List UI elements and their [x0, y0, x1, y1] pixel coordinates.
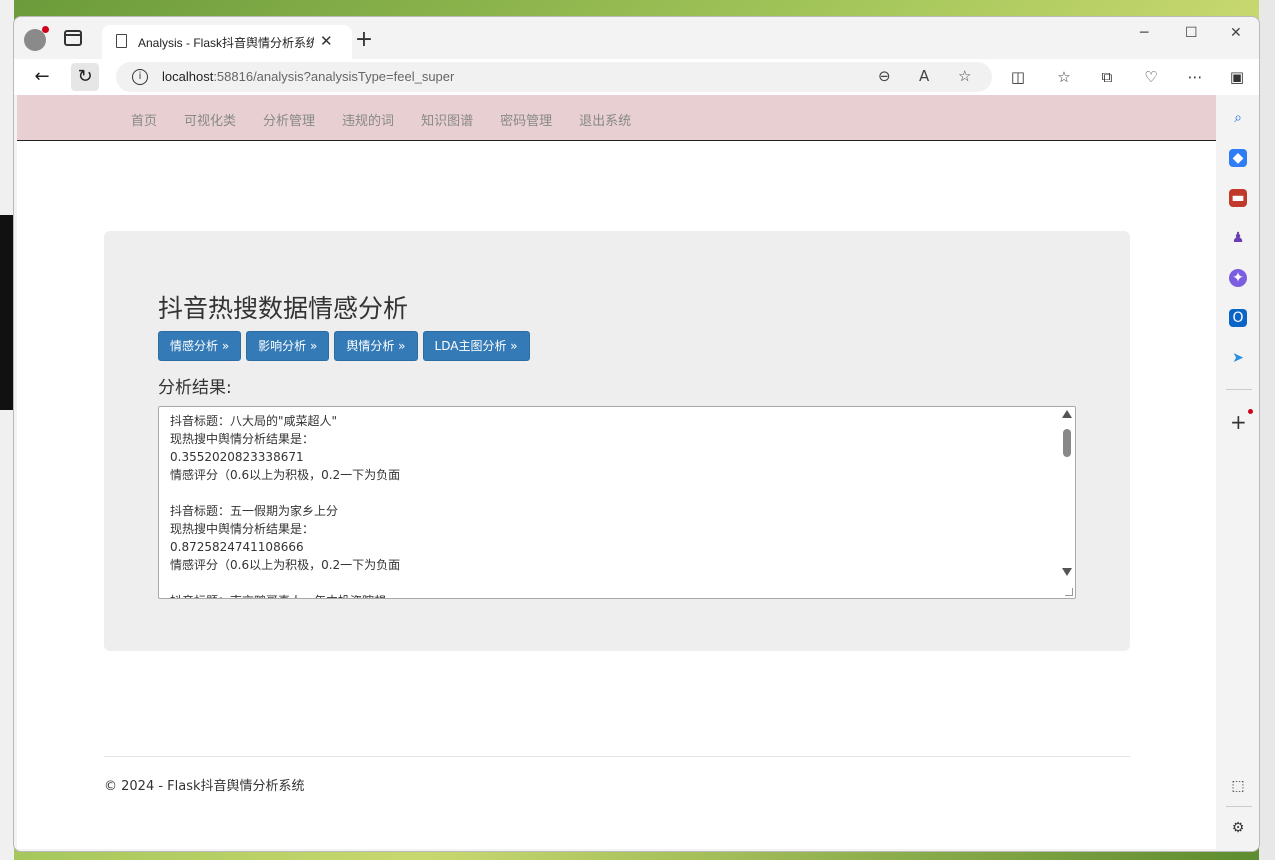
favorites-icon[interactable]: ☆ — [1054, 68, 1074, 86]
nav-item-banned-words[interactable]: 违规的词 — [342, 110, 394, 129]
result-label: 分析结果: — [158, 378, 232, 398]
tab-close-icon[interactable]: ✕ — [320, 32, 333, 50]
result-text: 抖音标题：八大局的"咸菜超人" 现热搜中舆情分析结果是： 0.355202082… — [170, 414, 401, 598]
close-window-icon[interactable]: ✕ — [1230, 25, 1242, 41]
browser-tab[interactable]: Analysis - Flask抖音舆情分析系统 ✕ — [102, 25, 352, 59]
footer-text: © 2024 - Flask抖音舆情分析系统 — [104, 779, 305, 794]
analysis-buttons: 情感分析 » 影响分析 » 舆情分析 » LDA主图分析 » — [158, 331, 535, 361]
collections-icon[interactable]: ⧉ — [1097, 68, 1117, 86]
nav-item-logout[interactable]: 退出系统 — [579, 110, 631, 129]
nav-item-home[interactable]: 首页 — [131, 110, 157, 129]
site-menu: 首页 可视化类 分析管理 违规的词 知识图谱 密码管理 退出系统 — [131, 110, 658, 129]
desktop-right-edge — [1259, 0, 1275, 860]
desktop-left-edge — [0, 0, 14, 860]
favorite-star-icon[interactable]: ☆ — [958, 67, 971, 85]
sidebar-divider-bottom — [1226, 806, 1252, 807]
scroll-up-icon[interactable] — [1062, 410, 1072, 418]
read-aloud-icon[interactable]: A — [919, 67, 929, 85]
sentiment-analysis-button[interactable]: 情感分析 » — [158, 331, 242, 361]
search-icon[interactable]: ⌕ — [1229, 109, 1247, 127]
nav-item-analysis[interactable]: 分析管理 — [263, 110, 315, 129]
tools-briefcase-icon[interactable]: ▬ — [1229, 189, 1247, 207]
page-title: 抖音热搜数据情感分析 — [158, 294, 409, 323]
tab-bar: Analysis - Flask抖音舆情分析系统 ✕ + ─ ☐ ✕ — [14, 17, 1259, 59]
result-textarea[interactable]: 抖音标题：八大局的"咸菜超人" 现热搜中舆情分析结果是： 0.355202082… — [158, 406, 1076, 599]
games-icon[interactable]: ♟ — [1229, 229, 1247, 247]
screenshot-icon[interactable]: ⬚ — [1229, 777, 1247, 795]
more-menu-icon[interactable]: ⋯ — [1185, 68, 1205, 86]
site-info-icon[interactable]: i — [132, 69, 148, 85]
zoom-icon[interactable]: ⊖ — [878, 67, 891, 85]
tab-actions-icon[interactable] — [64, 30, 82, 46]
browser-sidebar: ⌕ ◆ ▬ ♟ ✦ O ➤ + ⬚ ⚙ — [1218, 95, 1259, 851]
profile-avatar-icon[interactable] — [24, 26, 49, 51]
minimize-icon[interactable]: ─ — [1140, 25, 1148, 41]
lda-analysis-button[interactable]: LDA主图分析 » — [422, 331, 530, 361]
page-icon — [116, 34, 127, 48]
browser-window: Analysis - Flask抖音舆情分析系统 ✕ + ─ ☐ ✕ ← ↻ i… — [13, 16, 1260, 852]
new-tab-icon[interactable]: + — [352, 27, 376, 52]
add-sidebar-app-icon[interactable]: + — [1230, 409, 1253, 434]
scroll-down-icon[interactable] — [1062, 568, 1072, 576]
back-icon[interactable]: ← — [28, 63, 56, 91]
nav-item-knowledge-graph[interactable]: 知识图谱 — [421, 110, 473, 129]
scroll-thumb[interactable] — [1063, 429, 1071, 457]
opinion-analysis-button[interactable]: 舆情分析 » — [334, 331, 418, 361]
footer-divider — [104, 756, 1130, 757]
sidebar-divider — [1226, 389, 1252, 390]
site-navbar: 首页 可视化类 分析管理 违规的词 知识图谱 密码管理 退出系统 — [17, 95, 1216, 141]
analysis-panel: 抖音热搜数据情感分析 情感分析 » 影响分析 » 舆情分析 » LDA主图分析 … — [104, 231, 1130, 651]
nav-item-password[interactable]: 密码管理 — [500, 110, 552, 129]
shopping-tag-icon[interactable]: ◆ — [1229, 149, 1247, 167]
send-icon[interactable]: ➤ — [1229, 349, 1247, 367]
tab-title: Analysis - Flask抖音舆情分析系统 — [138, 36, 314, 50]
terminal-window-edge — [0, 215, 14, 410]
url-text[interactable]: localhost:58816/analysis?analysisType=fe… — [162, 69, 454, 84]
outlook-icon[interactable]: O — [1229, 309, 1247, 327]
reload-icon[interactable]: ↻ — [71, 63, 99, 91]
sidebar-toggle-icon[interactable]: ▣ — [1227, 68, 1247, 86]
settings-gear-icon[interactable]: ⚙ — [1229, 819, 1247, 837]
address-bar[interactable]: i localhost:58816/analysis?analysisType=… — [116, 62, 992, 92]
resize-handle[interactable] — [1065, 588, 1073, 596]
page-viewport: 首页 可视化类 分析管理 违规的词 知识图谱 密码管理 退出系统 抖音热搜数据情… — [17, 95, 1216, 849]
performance-icon[interactable]: ♡ — [1141, 68, 1161, 86]
copilot-icon[interactable]: ✦ — [1229, 269, 1247, 287]
impact-analysis-button[interactable]: 影响分析 » — [246, 331, 330, 361]
maximize-icon[interactable]: ☐ — [1185, 25, 1198, 41]
split-screen-icon[interactable]: ◫ — [1008, 68, 1028, 86]
address-toolbar: ← ↻ i localhost:58816/analysis?analysisT… — [14, 59, 1259, 95]
result-scrollbar[interactable] — [1059, 407, 1075, 598]
nav-item-visualization[interactable]: 可视化类 — [184, 110, 236, 129]
